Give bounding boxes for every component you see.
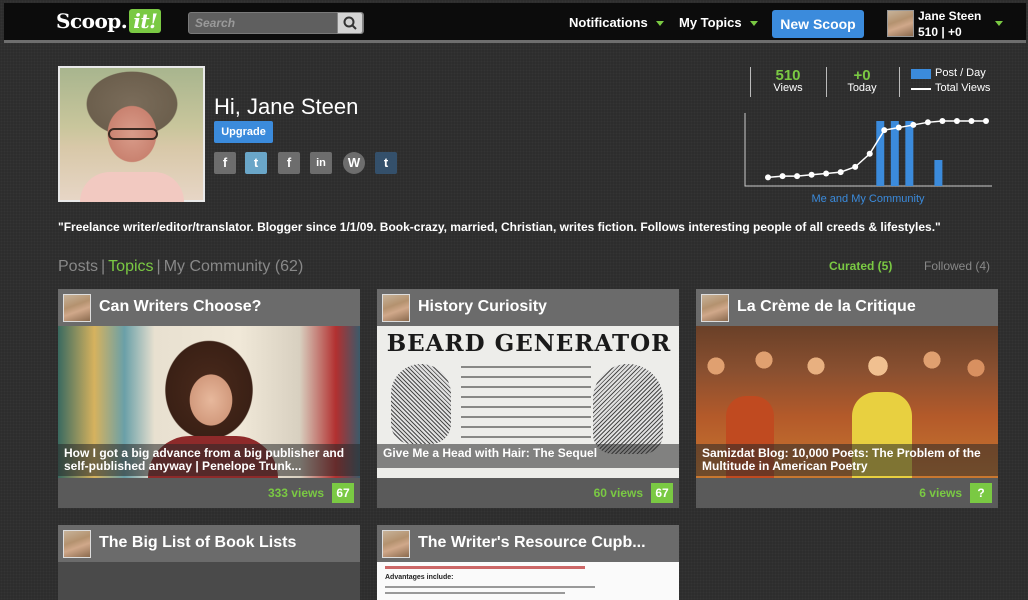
score-badge: 67 bbox=[332, 483, 354, 503]
card-avatar bbox=[63, 530, 91, 558]
card-title[interactable]: The Big List of Book Lists bbox=[99, 534, 355, 552]
today-label: Today bbox=[847, 82, 877, 94]
chart-point bbox=[837, 169, 844, 176]
card-image[interactable]: Advantages include: bbox=[377, 562, 679, 600]
chart-point bbox=[968, 118, 975, 124]
topic-card[interactable]: Can Writers Choose? How I got a big adva… bbox=[58, 289, 360, 508]
search-icon bbox=[343, 16, 357, 30]
views-count: 333 views bbox=[267, 486, 324, 500]
tab-posts[interactable]: Posts bbox=[58, 258, 98, 275]
chart-point bbox=[808, 171, 815, 178]
chart-point bbox=[866, 150, 873, 157]
twitter-icon[interactable]: t bbox=[245, 152, 267, 174]
tumblr-icon[interactable]: t bbox=[375, 152, 397, 174]
chart-point bbox=[983, 118, 989, 124]
wordpress-icon[interactable]: W bbox=[343, 152, 365, 174]
new-scoop-button[interactable]: New Scoop bbox=[772, 10, 864, 38]
card-avatar bbox=[63, 294, 91, 322]
user-avatar[interactable] bbox=[887, 10, 914, 37]
card-caption[interactable]: How I got a big advance from a big publi… bbox=[58, 444, 360, 476]
divider bbox=[826, 67, 827, 97]
card-caption[interactable]: Give Me a Head with Hair: The Sequel bbox=[377, 444, 679, 468]
chart-point bbox=[765, 174, 771, 181]
upgrade-button[interactable]: Upgrade bbox=[214, 121, 273, 143]
divider bbox=[899, 67, 900, 97]
chart-point bbox=[881, 127, 888, 134]
card-header: The Big List of Book Lists bbox=[58, 525, 360, 562]
chart-point bbox=[823, 170, 830, 177]
image-headline: BEARD GENERATOR bbox=[386, 330, 672, 357]
chart-point bbox=[939, 118, 946, 124]
chart-point bbox=[924, 119, 931, 126]
greeting-heading: Hi, Jane Steen bbox=[214, 94, 359, 119]
score-badge: ? bbox=[970, 483, 992, 503]
card-footer: 333 views 67 bbox=[58, 478, 360, 508]
user-menu-chevron-icon[interactable] bbox=[995, 21, 1003, 26]
search-button[interactable] bbox=[337, 12, 363, 34]
facebook-page-icon[interactable]: f bbox=[278, 152, 300, 174]
chart-bar bbox=[890, 121, 899, 186]
legend-views-swatch bbox=[911, 88, 931, 90]
facebook-icon[interactable]: f bbox=[214, 152, 236, 174]
card-avatar bbox=[382, 530, 410, 558]
chart-point bbox=[910, 121, 917, 128]
topic-card[interactable]: History Curiosity BEARD GENERATOR Give M… bbox=[377, 289, 679, 508]
legend-posts-swatch bbox=[911, 69, 931, 79]
chevron-down-icon bbox=[655, 21, 664, 27]
card-caption[interactable]: Samizdat Blog: 10,000 Poets: The Problem… bbox=[696, 444, 998, 476]
chart-point bbox=[895, 124, 902, 131]
card-header: History Curiosity bbox=[377, 289, 679, 326]
my-topics-menu[interactable]: My Topics bbox=[679, 15, 758, 30]
card-header: The Writer's Resource Cupb... bbox=[377, 525, 679, 562]
profile-photo[interactable] bbox=[58, 66, 205, 202]
card-avatar bbox=[382, 294, 410, 322]
card-header: La Crème de la Critique bbox=[696, 289, 998, 326]
card-footer: 60 views 67 bbox=[377, 478, 679, 508]
filter-curated[interactable]: Curated (5) bbox=[829, 259, 892, 273]
legend-posts-label: Post / Day bbox=[935, 67, 986, 79]
chart-point bbox=[953, 118, 960, 124]
card-footer: 6 views ? bbox=[696, 478, 998, 508]
legend-views-label: Total Views bbox=[935, 82, 991, 94]
topic-card[interactable]: The Big List of Book Lists bbox=[58, 525, 360, 600]
card-title[interactable]: History Curiosity bbox=[418, 298, 674, 316]
activity-chart bbox=[744, 113, 992, 187]
topic-card[interactable]: La Crème de la Critique Samizdat Blog: 1… bbox=[696, 289, 998, 508]
profile-tabs: Posts | Topics | My Community (62) bbox=[58, 258, 304, 275]
card-avatar bbox=[701, 294, 729, 322]
user-stats: 510 | +0 bbox=[918, 25, 962, 39]
scoopit-logo[interactable]: Scoop. it! bbox=[56, 9, 162, 33]
chart-bar bbox=[934, 160, 943, 186]
chart-point bbox=[794, 173, 801, 180]
search-box bbox=[188, 12, 364, 34]
chart-caption-link[interactable]: Me and My Community bbox=[744, 193, 992, 205]
linkedin-icon[interactable]: in bbox=[310, 152, 332, 174]
page: Scoop.it! Notifications My Topics New Sc… bbox=[0, 0, 1028, 600]
chart-bar bbox=[905, 121, 914, 186]
notifications-menu[interactable]: Notifications bbox=[569, 15, 664, 30]
top-navbar: Scoop.it! Notifications My Topics New Sc… bbox=[4, 3, 1026, 43]
tab-topics[interactable]: Topics bbox=[108, 258, 153, 275]
card-title[interactable]: Can Writers Choose? bbox=[99, 298, 355, 316]
chevron-down-icon bbox=[749, 21, 758, 27]
divider bbox=[750, 67, 751, 97]
user-name[interactable]: Jane Steen bbox=[918, 9, 981, 23]
chart-point bbox=[779, 173, 786, 180]
topic-card[interactable]: The Writer's Resource Cupb... Advantages… bbox=[377, 525, 679, 600]
views-label: Views bbox=[773, 82, 803, 94]
views-count: 60 views bbox=[593, 486, 643, 500]
views-count: 6 views bbox=[919, 486, 962, 500]
card-title[interactable]: La Crème de la Critique bbox=[737, 298, 993, 316]
filter-followed[interactable]: Followed (4) bbox=[924, 259, 990, 273]
search-input[interactable] bbox=[189, 13, 339, 33]
image-text: Advantages include: bbox=[385, 574, 454, 581]
card-header: Can Writers Choose? bbox=[58, 289, 360, 326]
profile-bio: "Freelance writer/editor/translator. Blo… bbox=[58, 220, 941, 234]
card-title[interactable]: The Writer's Resource Cupb... bbox=[418, 534, 674, 552]
score-badge: 67 bbox=[651, 483, 673, 503]
chart-point bbox=[852, 163, 859, 170]
tab-my-community[interactable]: My Community (62) bbox=[164, 258, 304, 275]
